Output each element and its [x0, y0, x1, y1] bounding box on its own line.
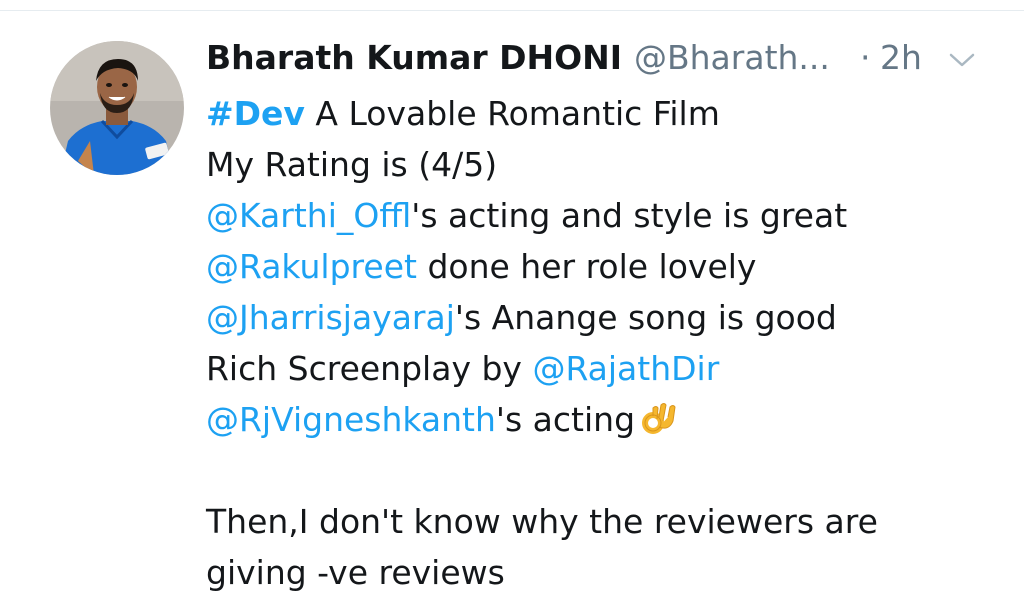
avatar-photo — [50, 41, 184, 175]
mention-rjvigneshkanth[interactable]: @RjVigneshkanth — [206, 400, 496, 439]
dot-separator: · — [860, 38, 871, 77]
top-divider — [0, 10, 1024, 11]
tweet-line: Then,I don't know why the reviewers are — [206, 496, 1006, 547]
chevron-down-icon[interactable] — [948, 50, 976, 70]
tweet-line: Rich Screenplay by @RajathDir — [206, 343, 1006, 394]
tweet-line: giving -ve reviews — [206, 547, 1006, 598]
mention-rajathdir[interactable]: @RajathDir — [532, 349, 719, 388]
tweet-line: @Karthi_Offl's acting and style is great — [206, 190, 1006, 241]
tweet-timestamp[interactable]: 2h — [880, 38, 922, 77]
hashtag-dev[interactable]: #Dev — [206, 94, 305, 133]
ok-hand-emoji-icon — [639, 399, 679, 439]
avatar[interactable] — [50, 41, 184, 175]
tweet-line-text: My Rating is (4/5) — [206, 145, 498, 184]
tweet-line: @RjVigneshkanth's acting — [206, 394, 1006, 445]
tweet-line-text: 's acting — [495, 400, 636, 439]
mention-rakulpreet[interactable]: @Rakulpreet — [206, 247, 417, 286]
display-name[interactable]: Bharath Kumar DHONI — [206, 38, 622, 77]
mention-karthi[interactable]: @Karthi_Offl — [206, 196, 411, 235]
tweet-line-text: Rich Screenplay by — [206, 349, 533, 388]
tweet-line-text: 's Anange song is good — [454, 298, 837, 337]
tweet-line-text: done her role lovely — [416, 247, 757, 286]
tweet-line-text: A Lovable Romantic Film — [304, 94, 720, 133]
user-handle[interactable]: @Bharath... — [634, 38, 830, 77]
tweet-line: #Dev A Lovable Romantic Film — [206, 88, 1006, 139]
tweet-line: @Rakulpreet done her role lovely — [206, 241, 1006, 292]
mention-jharrisjayaraj[interactable]: @Jharrisjayaraj — [206, 298, 455, 337]
tweet-line-text: Then,I don't know why the reviewers are — [206, 502, 878, 541]
tweet-line: My Rating is (4/5) — [206, 139, 1006, 190]
tweet-text: #Dev A Lovable Romantic Film My Rating i… — [206, 88, 1006, 598]
tweet-line: @Jharrisjayaraj's Anange song is good — [206, 292, 1006, 343]
tweet-line-text: 's acting and style is great — [411, 196, 848, 235]
tweet-header: Bharath Kumar DHONI @Bharath... · 2h — [206, 38, 996, 82]
tweet-line-text: giving -ve reviews — [206, 553, 505, 592]
